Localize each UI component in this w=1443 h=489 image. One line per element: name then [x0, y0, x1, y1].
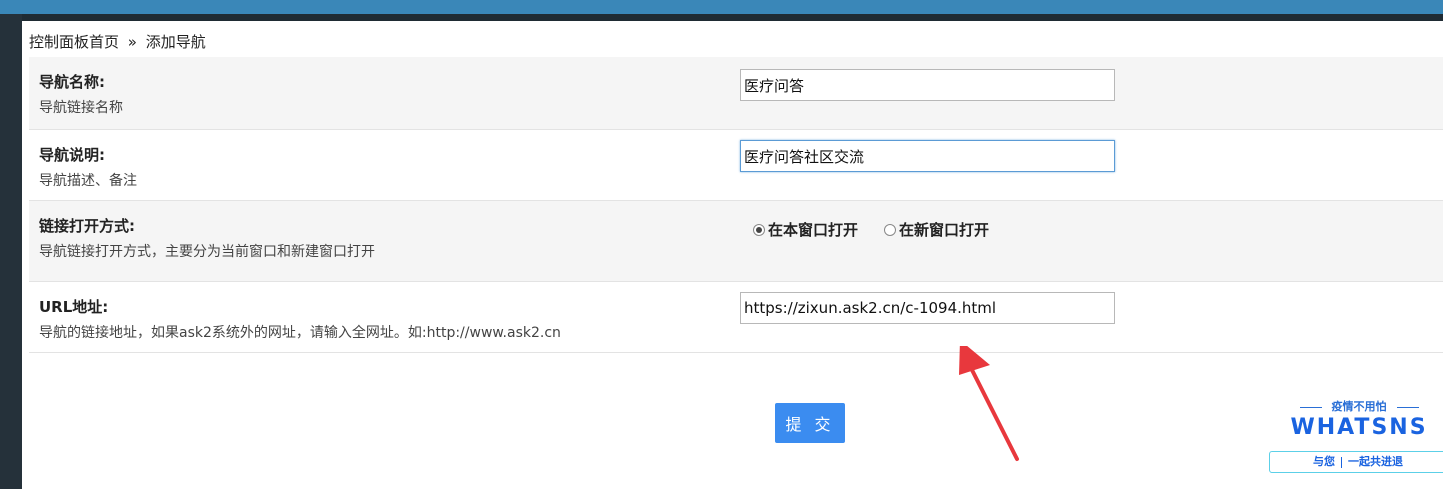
breadcrumb-current: 添加导航 [145, 33, 206, 51]
nav-desc-label-cell: 导航说明: 导航描述、备注 [39, 130, 137, 190]
open-mode-radio-group: 在本窗口打开 在新窗口打开 [753, 219, 1015, 240]
top-header-bar [0, 0, 1443, 14]
radio-new-window[interactable] [884, 223, 897, 236]
form-row-nav-desc: 导航说明: 导航描述、备注 [29, 130, 1443, 201]
watermark-brand: WHATSNS [1290, 415, 1428, 440]
nav-name-label-cell: 导航名称: 导航链接名称 [39, 57, 123, 117]
url-title: URL地址: [39, 298, 109, 316]
form-row-nav-name: 导航名称: 导航链接名称 [29, 57, 1443, 130]
open-mode-label-cell: 链接打开方式: 导航链接打开方式，主要分为当前窗口和新建窗口打开 [39, 201, 375, 261]
nav-desc-title: 导航说明: [39, 146, 105, 164]
open-mode-desc: 导航链接打开方式，主要分为当前窗口和新建窗口打开 [39, 244, 375, 260]
watermark-slogan-left: 与您 [1313, 455, 1335, 468]
nav-name-input[interactable] [740, 69, 1115, 101]
top-header-shadow [0, 14, 1443, 21]
submit-button[interactable]: 提 交 [775, 403, 845, 443]
form-row-url: URL地址: 导航的链接地址，如果ask2系统外的网址，请输入全网址。如:htt… [29, 282, 1443, 353]
annotation-arrow-icon [959, 346, 1019, 461]
radio-option-same-window[interactable]: 在本窗口打开 [753, 219, 858, 240]
watermark-tagline: 疫情不用怕 [1268, 398, 1443, 414]
nav-name-title: 导航名称: [39, 73, 105, 91]
radio-option-new-window[interactable]: 在新窗口打开 [884, 219, 989, 240]
whatsns-watermark-logo: 疫情不用怕 WHATSNS 与您 一起共进退 [1268, 398, 1443, 478]
nav-desc-desc: 导航描述、备注 [39, 173, 137, 189]
url-input[interactable] [740, 292, 1115, 324]
breadcrumb-separator: » [127, 33, 137, 51]
main-content: 控制面板首页 » 添加导航 导航名称: 导航链接名称 导航说明: 导航描述、备注 [22, 21, 1443, 489]
watermark-slogan: 与您 一起共进退 [1269, 451, 1443, 473]
nav-form: 导航名称: 导航链接名称 导航说明: 导航描述、备注 链接打开方式: 导航链接打… [29, 57, 1443, 353]
watermark-slogan-divider [1341, 456, 1342, 468]
radio-same-window[interactable] [753, 223, 765, 236]
breadcrumb-home-link[interactable]: 控制面板首页 [29, 33, 119, 51]
url-label-cell: URL地址: 导航的链接地址，如果ask2系统外的网址，请输入全网址。如:htt… [39, 282, 561, 342]
open-mode-title: 链接打开方式: [39, 217, 135, 235]
url-desc: 导航的链接地址，如果ask2系统外的网址，请输入全网址。如:http://www… [39, 325, 561, 341]
form-row-open-mode: 链接打开方式: 导航链接打开方式，主要分为当前窗口和新建窗口打开 在本窗口打开 … [29, 201, 1443, 282]
nav-desc-input[interactable] [740, 140, 1115, 172]
radio-new-window-label: 在新窗口打开 [899, 221, 990, 239]
breadcrumb: 控制面板首页 » 添加导航 [29, 31, 206, 52]
left-sidebar-rail [0, 14, 22, 489]
watermark-slogan-right: 一起共进退 [1348, 455, 1403, 468]
nav-name-desc: 导航链接名称 [39, 100, 123, 116]
radio-same-window-label: 在本窗口打开 [768, 221, 859, 239]
